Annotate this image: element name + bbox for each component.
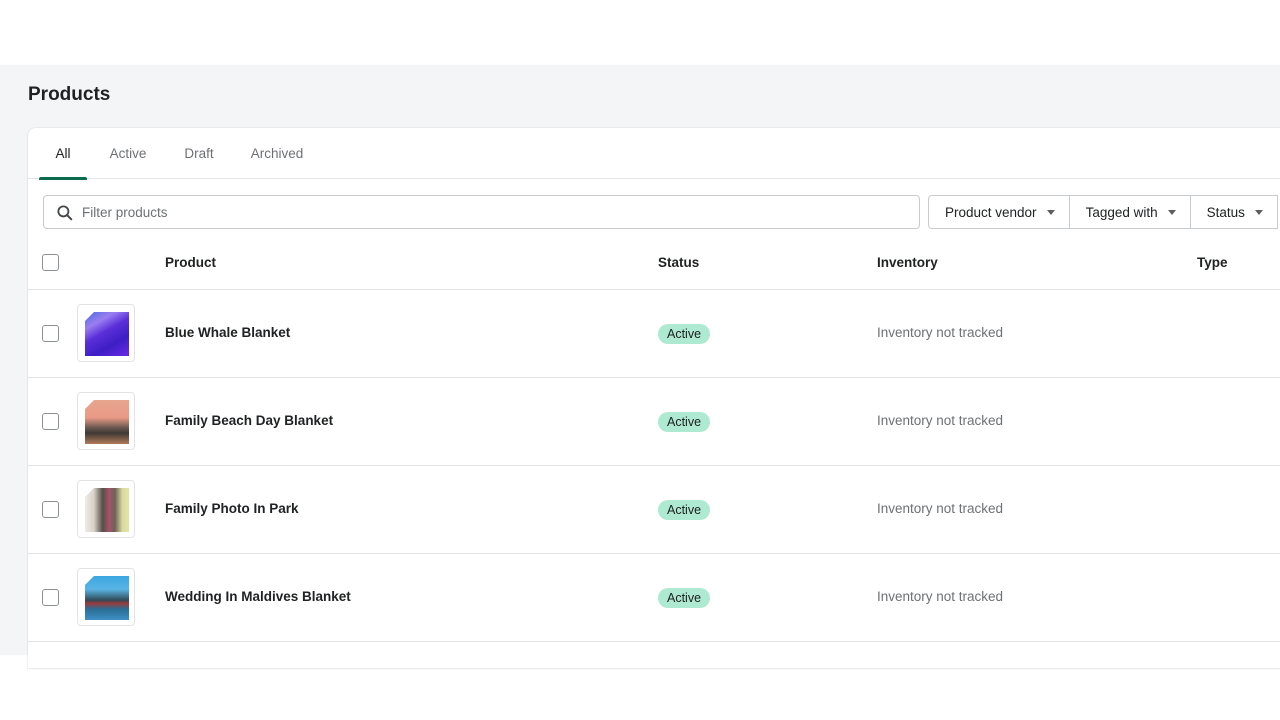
product-thumbnail[interactable] bbox=[77, 480, 135, 538]
column-header-inventory[interactable]: Inventory bbox=[877, 240, 938, 286]
product-thumbnail[interactable] bbox=[77, 392, 135, 450]
tab-archived[interactable]: Archived bbox=[246, 128, 308, 179]
table-row[interactable]: Wedding In Maldives Blanket Active Inven… bbox=[28, 554, 1280, 642]
status-tabs: All Active Draft Archived bbox=[28, 128, 1280, 180]
active-tab-indicator bbox=[39, 177, 87, 180]
table-row[interactable]: Family Photo In Park Active Inventory no… bbox=[28, 466, 1280, 554]
product-thumbnail[interactable] bbox=[77, 304, 135, 362]
tab-label: Draft bbox=[184, 146, 214, 161]
row-checkbox[interactable] bbox=[42, 501, 59, 518]
thumbnail-corner bbox=[85, 576, 94, 585]
column-header-type[interactable]: Type bbox=[1197, 240, 1228, 286]
search-icon bbox=[57, 205, 73, 221]
status-badge: Active bbox=[658, 500, 711, 520]
inventory-status: Inventory not tracked bbox=[877, 325, 1004, 340]
filter-products-search[interactable] bbox=[43, 195, 920, 229]
row-checkbox[interactable] bbox=[42, 589, 59, 606]
product-name-link[interactable]: Family Photo In Park bbox=[165, 466, 299, 552]
caret-down-icon bbox=[1167, 209, 1176, 215]
status-badge: Active bbox=[658, 324, 711, 344]
product-thumbnail[interactable] bbox=[77, 568, 135, 626]
inventory-status: Inventory not tracked bbox=[877, 413, 1004, 428]
products-card: All Active Draft Archived Product vendor… bbox=[28, 128, 1280, 668]
status-badge: Active bbox=[658, 412, 711, 432]
tab-draft[interactable]: Draft bbox=[176, 128, 222, 179]
table-row[interactable]: Blue Whale Blanket Active Inventory not … bbox=[28, 290, 1280, 378]
caret-down-icon bbox=[1046, 209, 1055, 215]
status-filter-button[interactable]: Status bbox=[1190, 196, 1278, 228]
filter-buttons-group: Product vendor Tagged with Status bbox=[928, 195, 1278, 229]
filter-label: Product vendor bbox=[945, 204, 1037, 220]
table-header: Product Status Inventory Type bbox=[28, 240, 1280, 290]
inventory-status: Inventory not tracked bbox=[877, 501, 1004, 516]
filter-label: Tagged with bbox=[1085, 204, 1158, 220]
filter-label: Status bbox=[1206, 204, 1245, 220]
product-name-link[interactable]: Family Beach Day Blanket bbox=[165, 378, 333, 464]
top-bar-area bbox=[0, 0, 1280, 65]
page-title: Products bbox=[28, 84, 111, 105]
product-name-link[interactable]: Blue Whale Blanket bbox=[165, 290, 290, 376]
tab-label: Archived bbox=[250, 146, 304, 161]
thumbnail-corner bbox=[85, 488, 94, 497]
product-name-link[interactable]: Wedding In Maldives Blanket bbox=[165, 554, 351, 640]
tab-label: All bbox=[55, 146, 71, 161]
status-badge: Active bbox=[658, 588, 711, 608]
row-checkbox[interactable] bbox=[42, 325, 59, 342]
select-all-checkbox[interactable] bbox=[42, 254, 59, 271]
filter-products-input[interactable] bbox=[82, 196, 902, 228]
table-row[interactable]: Family Beach Day Blanket Active Inventor… bbox=[28, 378, 1280, 466]
product-vendor-filter-button[interactable]: Product vendor bbox=[929, 196, 1070, 228]
tab-label: Active bbox=[109, 146, 147, 161]
column-header-product[interactable]: Product bbox=[165, 240, 216, 286]
tab-active[interactable]: Active bbox=[102, 128, 154, 179]
thumbnail-corner bbox=[85, 312, 94, 321]
row-checkbox[interactable] bbox=[42, 413, 59, 430]
caret-down-icon bbox=[1254, 209, 1263, 215]
column-header-status[interactable]: Status bbox=[658, 240, 699, 286]
thumbnail-corner bbox=[85, 400, 94, 409]
tagged-with-filter-button[interactable]: Tagged with bbox=[1069, 196, 1191, 228]
tab-all[interactable]: All bbox=[39, 128, 87, 180]
inventory-status: Inventory not tracked bbox=[877, 589, 1004, 604]
